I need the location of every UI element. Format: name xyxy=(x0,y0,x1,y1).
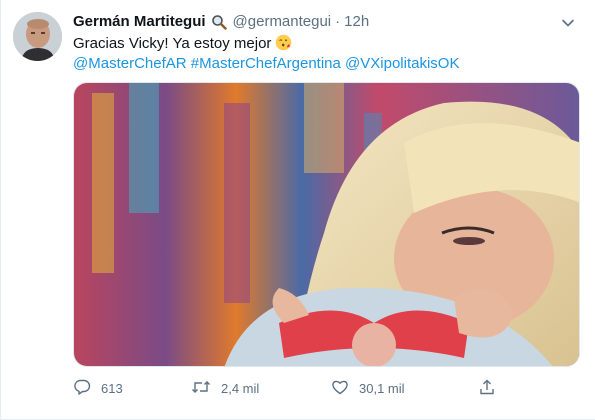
mention-masterchefar[interactable]: @MasterChefAR xyxy=(73,55,187,72)
tweet-actions: 613 2,4 mil 30,1 mil xyxy=(73,376,503,400)
reply-icon xyxy=(73,378,91,399)
reply-count: 613 xyxy=(101,380,123,396)
separator-dot: · xyxy=(335,13,341,30)
heart-icon xyxy=(331,378,349,399)
author-name[interactable]: Germán Martitegui xyxy=(73,13,206,30)
retweet-count: 2,4 mil xyxy=(221,380,260,396)
magnifying-glass-icon xyxy=(211,14,227,30)
like-button[interactable]: 30,1 mil xyxy=(331,378,405,399)
tweet-header: Germán Martitegui @germantegui · 12h xyxy=(73,13,555,30)
tweet-text-content: Gracias Vicky! Ya estoy mejor xyxy=(73,35,272,52)
share-icon xyxy=(478,378,496,399)
author-handle[interactable]: @germantegui xyxy=(233,13,332,30)
retweet-button[interactable]: 2,4 mil xyxy=(191,378,259,399)
tweet-media-image[interactable] xyxy=(73,82,580,367)
chevron-down-icon[interactable] xyxy=(557,12,579,34)
tweet-links: @MasterChefAR #MasterChefArgentina @VXip… xyxy=(73,54,459,74)
retweet-icon xyxy=(191,378,211,399)
hashtag-masterchefargentina[interactable]: #MasterChefArgentina xyxy=(191,55,341,72)
tweet-time[interactable]: 12h xyxy=(344,13,369,30)
reply-button[interactable]: 613 xyxy=(73,378,123,399)
mention-vxipolitakisok[interactable]: @VXipolitakisOK xyxy=(345,55,459,72)
avatar[interactable] xyxy=(13,12,62,61)
tweet[interactable]: Germán Martitegui @germantegui · 12h Gra… xyxy=(0,0,595,420)
share-button[interactable] xyxy=(478,378,496,399)
like-count: 30,1 mil xyxy=(359,380,405,396)
